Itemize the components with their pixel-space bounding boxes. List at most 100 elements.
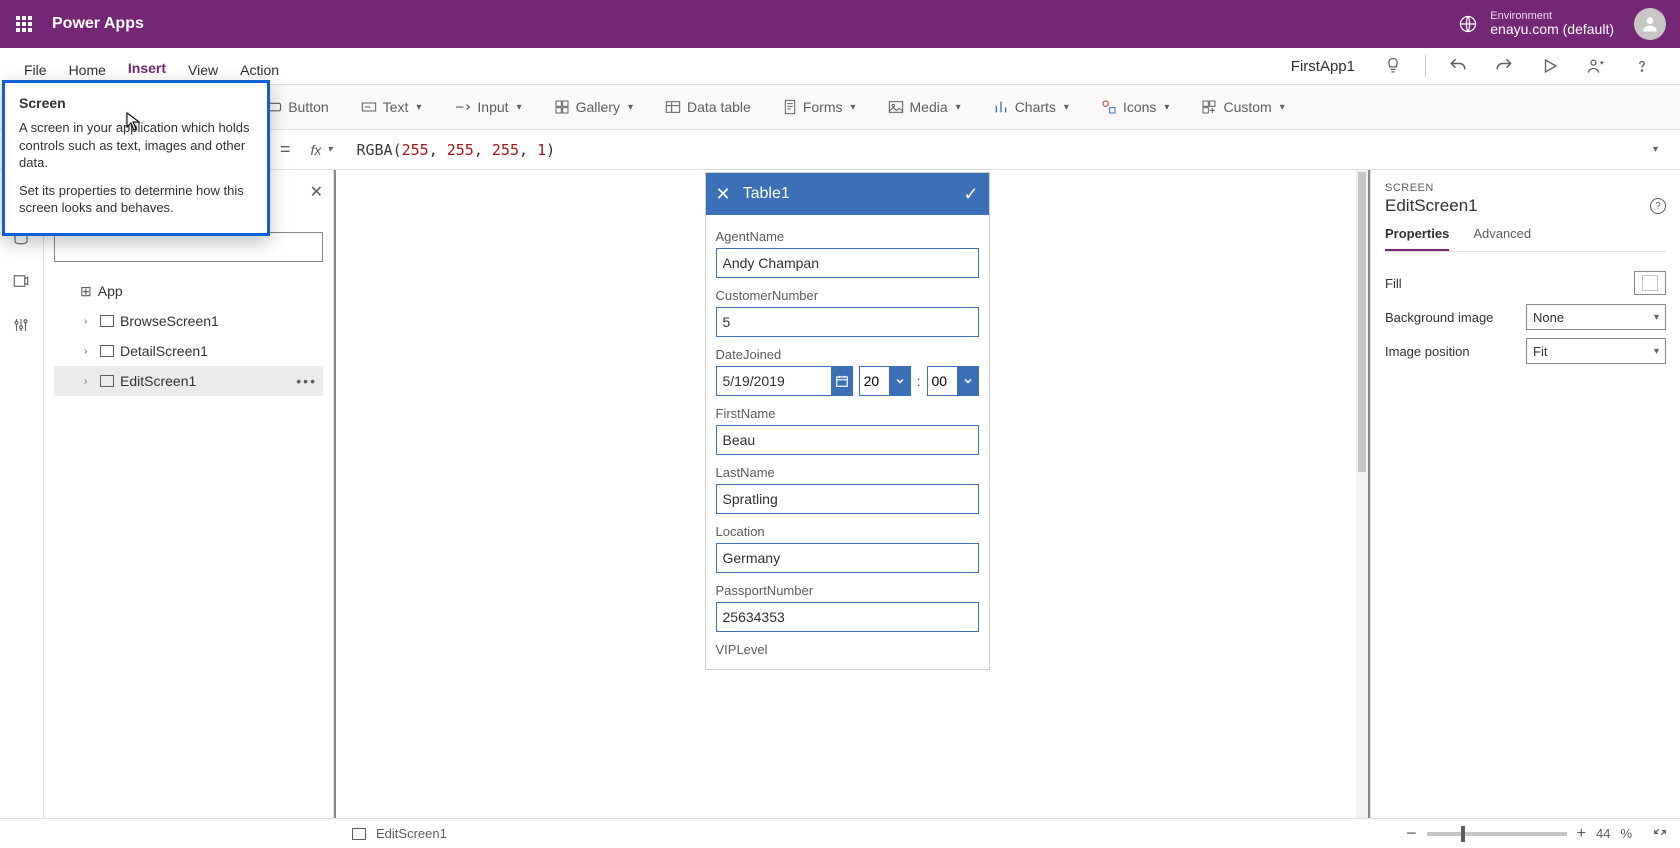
prop-bg-label: Background image [1385, 310, 1526, 325]
input-lastname[interactable] [716, 484, 979, 514]
screen-icon [100, 345, 114, 357]
tree-browse-screen[interactable]: › BrowseScreen1 [54, 306, 323, 336]
input-location[interactable] [716, 543, 979, 573]
chevron-right-icon: › [84, 376, 94, 387]
redo-icon[interactable] [1490, 52, 1518, 80]
label-lastname: LastName [716, 465, 979, 480]
data-table-button[interactable]: Data table [651, 84, 765, 130]
form-header: ✕ Table1 ✓ [706, 173, 989, 215]
screen-tooltip: Screen A screen in your application whic… [2, 80, 270, 236]
environment-icon [1456, 12, 1480, 36]
zoom-value: 44 [1596, 826, 1610, 841]
brand-title: Power Apps [52, 15, 144, 33]
canvas-scrollbar[interactable] [1356, 170, 1368, 818]
tree-app-node[interactable]: ⊞ App [54, 276, 323, 306]
app-header: Power Apps Environment enayu.com (defaul… [0, 0, 1680, 48]
tree-search-input[interactable] [54, 232, 323, 262]
prop-bg-dropdown[interactable]: None▾ [1526, 304, 1666, 330]
rail-advanced-icon[interactable] [12, 316, 32, 336]
custom-dropdown[interactable]: Custom▾ [1187, 84, 1298, 130]
prop-imgpos-label: Image position [1385, 344, 1526, 359]
props-kicker: SCREEN [1385, 182, 1666, 194]
zoom-slider[interactable] [1427, 832, 1567, 836]
prop-imgpos-dropdown[interactable]: Fit▾ [1526, 338, 1666, 364]
label-datejoined: DateJoined [716, 347, 979, 362]
tab-properties[interactable]: Properties [1385, 226, 1449, 251]
app-file-name[interactable]: FirstApp1 [1291, 58, 1355, 75]
screen-icon [352, 828, 366, 840]
environment-selector[interactable]: Environment enayu.com (default) [1456, 10, 1614, 37]
share-icon[interactable] [1582, 52, 1610, 80]
user-avatar[interactable] [1634, 8, 1666, 40]
icons-dropdown[interactable]: Icons▾ [1087, 84, 1184, 130]
charts-dropdown[interactable]: Charts▾ [979, 84, 1083, 130]
fx-label[interactable]: fx▾ [307, 142, 337, 158]
tab-advanced[interactable]: Advanced [1473, 226, 1531, 251]
menu-bar: File Home Insert View Action FirstApp1 [0, 48, 1680, 84]
close-panel-icon[interactable]: ✕ [310, 182, 323, 202]
zoom-in-button[interactable]: + [1577, 825, 1586, 843]
forms-dropdown[interactable]: Forms▾ [769, 84, 870, 130]
screen-icon [100, 315, 114, 327]
label-location: Location [716, 524, 979, 539]
help-icon[interactable] [1628, 52, 1656, 80]
minute-select[interactable] [927, 366, 979, 396]
input-passport[interactable] [716, 602, 979, 632]
more-icon[interactable]: ••• [296, 373, 323, 389]
canvas-screen[interactable]: ✕ Table1 ✓ AgentName CustomerNumber Date… [336, 170, 1358, 818]
properties-panel: SCREEN EditScreen1 ? Properties Advanced… [1370, 170, 1680, 818]
undo-icon[interactable] [1444, 52, 1472, 80]
edit-form[interactable]: ✕ Table1 ✓ AgentName CustomerNumber Date… [705, 172, 990, 670]
hour-select[interactable] [859, 366, 911, 396]
formula-expand-icon[interactable]: ▾ [1645, 144, 1666, 155]
formula-input[interactable]: RGBA(255, 255, 255, 1) [346, 141, 1635, 159]
form-submit-icon[interactable]: ✓ [963, 184, 978, 205]
prop-fill-swatch[interactable] [1634, 271, 1666, 295]
app-icon: ⊞ [80, 283, 92, 300]
label-customernumber: CustomerNumber [716, 288, 979, 303]
tree-detail-screen[interactable]: › DetailScreen1 [54, 336, 323, 366]
fit-to-screen-icon[interactable] [1652, 824, 1668, 843]
tooltip-body-2: Set its properties to determine how this… [19, 182, 253, 217]
chevron-down-icon [889, 366, 911, 396]
input-agentname[interactable] [716, 248, 979, 278]
zoom-pct: % [1620, 826, 1632, 841]
tree-view-panel: ✕ ⊞ App › BrowseScreen1 › DetailScreen1 … [44, 170, 334, 818]
info-icon[interactable]: ? [1650, 198, 1666, 214]
form-body: AgentName CustomerNumber DateJoined [706, 215, 989, 669]
text-dropdown[interactable]: Text▾ [347, 84, 436, 130]
chevron-right-icon: › [84, 346, 94, 357]
app-checker-icon[interactable] [1379, 52, 1407, 80]
environment-label: Environment [1490, 10, 1614, 22]
form-cancel-icon[interactable]: ✕ [716, 184, 731, 205]
prop-fill-label: Fill [1385, 276, 1634, 291]
gallery-dropdown[interactable]: Gallery▾ [540, 84, 647, 130]
props-title: EditScreen1 [1385, 196, 1478, 216]
label-agentname: AgentName [716, 229, 979, 244]
status-screen-name: EditScreen1 [376, 826, 447, 841]
waffle-icon[interactable] [8, 8, 40, 40]
chevron-down-icon [957, 366, 979, 396]
rail-media-icon[interactable] [12, 272, 32, 292]
input-dropdown[interactable]: Input▾ [439, 84, 535, 130]
chevron-right-icon: › [84, 316, 94, 327]
canvas-area: ✕ Table1 ✓ AgentName CustomerNumber Date… [334, 170, 1370, 818]
zoom-out-button[interactable]: − [1406, 823, 1417, 844]
workspace: ✕ ⊞ App › BrowseScreen1 › DetailScreen1 … [0, 170, 1680, 818]
screen-icon [100, 375, 114, 387]
mouse-cursor-icon [126, 112, 140, 135]
form-title: Table1 [743, 185, 952, 203]
calendar-icon[interactable] [831, 366, 853, 396]
input-firstname[interactable] [716, 425, 979, 455]
tree-edit-screen[interactable]: › EditScreen1 ••• [54, 366, 323, 396]
tooltip-title: Screen [19, 95, 253, 111]
label-viplevel: VIPLevel [716, 642, 979, 657]
label-firstname: FirstName [716, 406, 979, 421]
play-icon[interactable] [1536, 52, 1564, 80]
equals-label: = [274, 139, 297, 160]
left-rail [0, 170, 44, 818]
media-dropdown[interactable]: Media▾ [874, 84, 975, 130]
label-passport: PassportNumber [716, 583, 979, 598]
status-bar: EditScreen1 − + 44 % [0, 818, 1680, 848]
input-customernumber[interactable] [716, 307, 979, 337]
